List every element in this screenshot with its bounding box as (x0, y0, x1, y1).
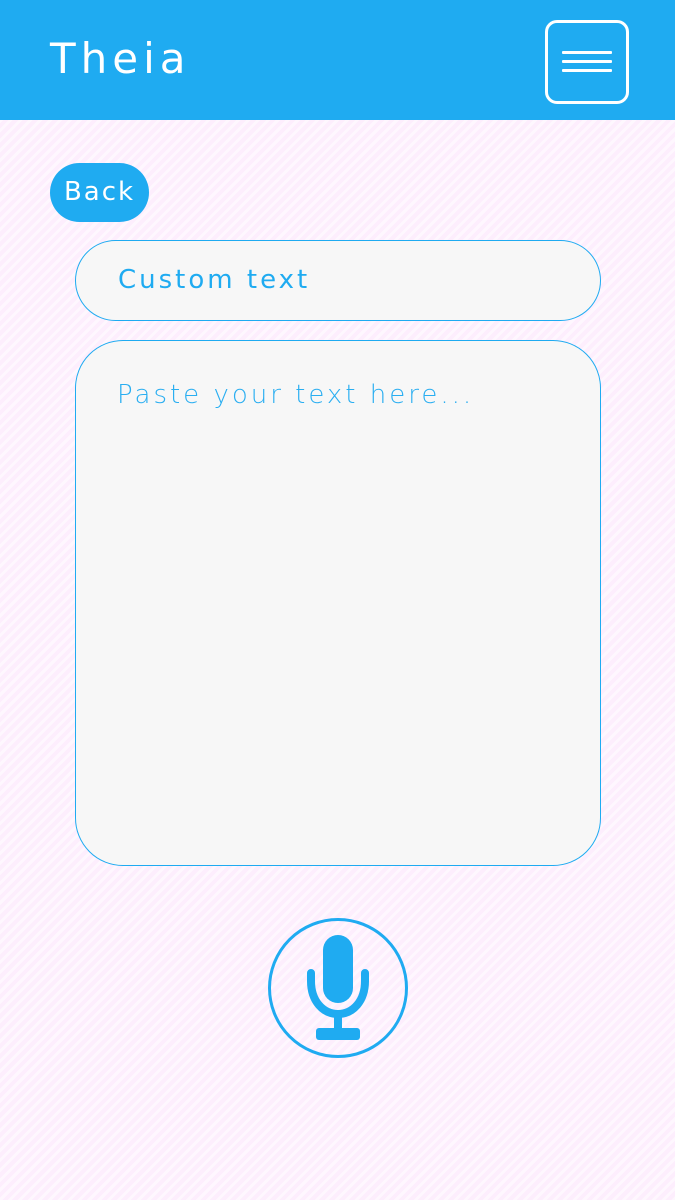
menu-line (562, 51, 612, 54)
text-input-area[interactable]: Paste your text here... (75, 340, 601, 866)
app-title: Theia (50, 34, 191, 83)
title-field-value: Custom text (118, 265, 311, 295)
text-area-placeholder: Paste your text here... (117, 380, 475, 410)
back-button[interactable]: Back (50, 163, 149, 222)
menu-line (562, 69, 612, 72)
menu-line (562, 60, 612, 63)
menu-button[interactable] (545, 20, 629, 104)
microphone-icon (307, 935, 369, 1040)
app-header: Theia (0, 0, 675, 120)
microphone-button[interactable] (268, 918, 408, 1058)
title-field[interactable]: Custom text (75, 240, 601, 321)
